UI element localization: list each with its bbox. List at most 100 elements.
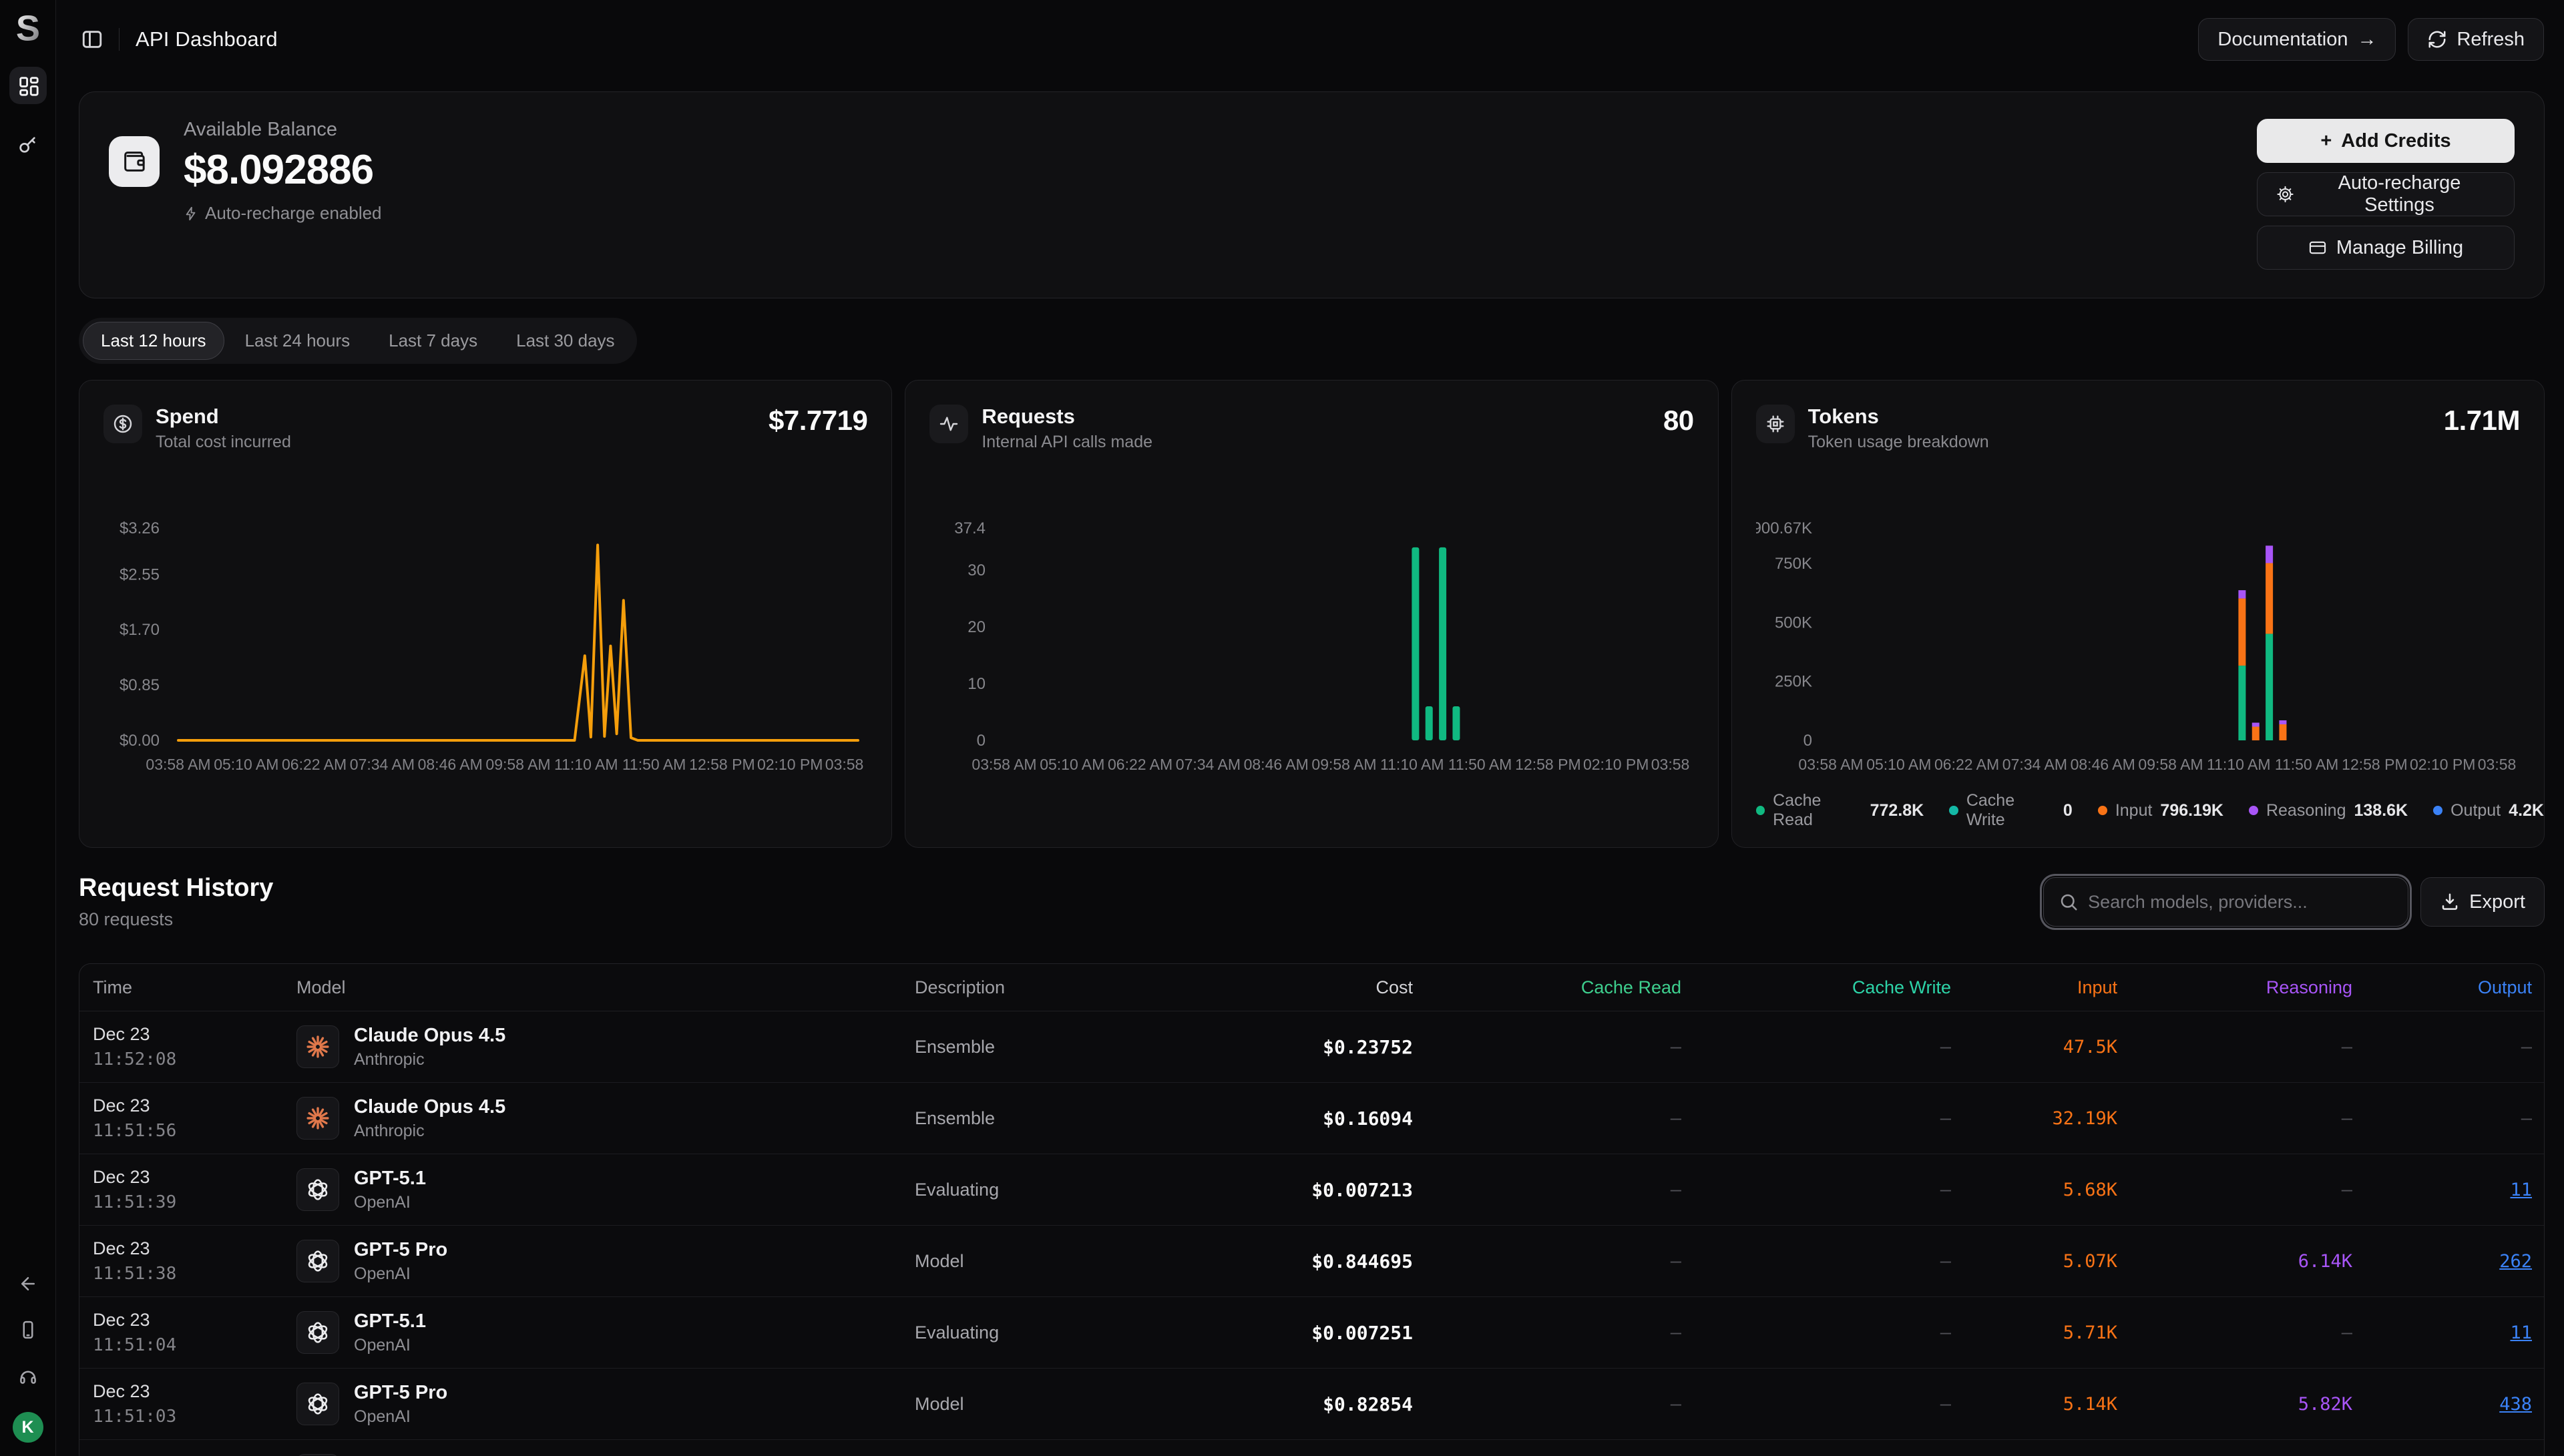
svg-text:11:50 AM: 11:50 AM <box>2275 756 2338 773</box>
svg-text:05:10 AM: 05:10 AM <box>214 756 278 773</box>
legend-dot <box>2249 806 2258 815</box>
cost-value: $0.007213 <box>1182 1179 1413 1201</box>
sidebar: S K <box>0 0 56 1456</box>
svg-text:02:10 PM: 02:10 PM <box>1583 756 1649 773</box>
svg-text:11:50 AM: 11:50 AM <box>1448 756 1512 773</box>
download-icon <box>2440 892 2460 912</box>
refresh-button[interactable]: Refresh <box>2408 18 2544 61</box>
balance-card: Available Balance $8.092886 Auto-recharg… <box>79 91 2545 298</box>
model-cell: GPT-5.1OpenAI <box>296 1453 915 1456</box>
sidebar-item-dashboard[interactable] <box>9 67 47 104</box>
table-row[interactable]: Dec 2311:51:03GPT-5 ProOpenAIModel$0.828… <box>79 1369 2544 1440</box>
search-input[interactable] <box>2088 892 2393 913</box>
model-cell: GPT-5 ProOpenAI <box>296 1239 915 1284</box>
reasoning-value: 6.14K <box>2117 1251 2352 1272</box>
time-cell: Dec 2311:52:08 <box>93 1024 296 1069</box>
tab-last-12-hours[interactable]: Last 12 hours <box>83 322 224 360</box>
reasoning-value: — <box>2117 1108 2352 1129</box>
request-history-title: Request History <box>79 874 273 903</box>
reasoning-value: — <box>2117 1037 2352 1057</box>
tokens-legend: Cache Read772.8KCache Write0Input796.19K… <box>1756 791 2544 830</box>
input-value: 47.5K <box>1951 1037 2117 1057</box>
table-row[interactable]: Dec 2311:51:39GPT-5.1OpenAIEvaluating$0.… <box>79 1154 2544 1226</box>
cache-read-value: — <box>1413 1037 1681 1057</box>
collapse-sidebar-button[interactable] <box>18 1274 38 1297</box>
svg-text:03:58 AM: 03:58 AM <box>972 756 1037 773</box>
support-button[interactable] <box>18 1366 38 1389</box>
time-cell: Dec 2311:51:56 <box>93 1096 296 1141</box>
auto-recharge-settings-button[interactable]: Auto-recharge Settings <box>2257 172 2515 216</box>
table-row[interactable]: Dec 2311:52:08Claude Opus 4.5AnthropicEn… <box>79 1011 2544 1083</box>
svg-text:$3.26: $3.26 <box>120 519 160 537</box>
topbar-divider <box>119 28 120 51</box>
svg-text:09:58 AM: 09:58 AM <box>1312 756 1377 773</box>
panel-toggle-button[interactable] <box>76 23 108 55</box>
svg-text:10: 10 <box>968 675 986 693</box>
activity-pulse-icon <box>929 405 968 443</box>
svg-text:500K: 500K <box>1775 614 1812 632</box>
topbar: API Dashboard Documentation → Refresh <box>56 0 2564 79</box>
tokens-subtitle: Token usage breakdown <box>1808 433 1989 452</box>
export-button[interactable]: Export <box>2420 877 2545 927</box>
table-row[interactable]: Dec 2311:51:04GPT-5.1OpenAIEvaluating$0.… <box>79 1297 2544 1369</box>
svg-text:11:50 AM: 11:50 AM <box>622 756 686 773</box>
svg-text:03:58 PM: 03:58 PM <box>1651 756 1693 773</box>
user-avatar[interactable]: K <box>13 1412 43 1443</box>
svg-text:750K: 750K <box>1775 555 1812 573</box>
table-row[interactable]: Dec 23GPT-5.1OpenAIEvaluating$0.013681——… <box>79 1440 2544 1456</box>
mobile-app-button[interactable] <box>18 1320 38 1343</box>
description-cell: Evaluating <box>915 1180 1182 1200</box>
table-row[interactable]: Dec 2311:51:38GPT-5 ProOpenAIModel$0.844… <box>79 1226 2544 1297</box>
tab-last-7-days[interactable]: Last 7 days <box>371 322 495 360</box>
openai-logo-icon <box>306 1178 330 1202</box>
dollar-circle-icon <box>103 405 142 443</box>
mobile-device-icon <box>18 1320 38 1340</box>
tokens-chart: 0250K500K750K900.67K03:58 AM05:10 AM06:2… <box>1756 517 2520 784</box>
svg-text:S: S <box>15 9 39 48</box>
output-value: — <box>2352 1037 2532 1057</box>
description-cell: Ensemble <box>915 1108 1182 1129</box>
svg-text:20: 20 <box>968 618 986 636</box>
svg-text:05:10 AM: 05:10 AM <box>1866 756 1931 773</box>
auto-recharge-note: Auto-recharge enabled <box>184 203 382 224</box>
svg-text:02:10 PM: 02:10 PM <box>2410 756 2475 773</box>
table-header: TimeModelDescriptionCostCache ReadCache … <box>79 964 2544 1011</box>
documentation-button[interactable]: Documentation → <box>2198 18 2396 61</box>
reasoning-value: 5.82K <box>2117 1394 2352 1415</box>
request-history-table: TimeModelDescriptionCostCache ReadCache … <box>79 963 2545 1456</box>
column-header-time: Time <box>93 977 296 998</box>
openai-logo-icon <box>306 1320 330 1345</box>
legend-item: Cache Read772.8K <box>1756 791 1924 830</box>
anthropic-logo-icon <box>306 1035 329 1058</box>
legend-value: 4.2K <box>2509 801 2544 820</box>
anthropic-logo-icon <box>306 1107 329 1130</box>
model-cell: Claude Opus 4.5Anthropic <box>296 1096 915 1141</box>
key-icon <box>17 134 39 155</box>
cache-write-value: — <box>1681 1394 1951 1415</box>
svg-text:08:46 AM: 08:46 AM <box>1244 756 1309 773</box>
gear-icon <box>2276 185 2294 204</box>
cache-read-value: — <box>1413 1394 1681 1415</box>
time-cell: Dec 2311:51:04 <box>93 1310 296 1355</box>
table-row[interactable]: Dec 2311:51:56Claude Opus 4.5AnthropicEn… <box>79 1083 2544 1154</box>
svg-text:0: 0 <box>1803 732 1811 750</box>
refresh-icon <box>2427 29 2447 49</box>
description-cell: Model <box>915 1394 1182 1415</box>
svg-text:03:58 AM: 03:58 AM <box>1798 756 1863 773</box>
tab-last-24-hours[interactable]: Last 24 hours <box>227 322 369 360</box>
output-value[interactable]: 11 <box>2352 1322 2532 1343</box>
sidebar-item-api-keys[interactable] <box>9 126 47 163</box>
back-arrow-icon <box>18 1274 38 1294</box>
output-value[interactable]: 11 <box>2352 1180 2532 1200</box>
svg-text:02:10 PM: 02:10 PM <box>757 756 823 773</box>
spend-title: Spend <box>156 405 291 429</box>
tokens-card: Tokens Token usage breakdown 1.71M 0250K… <box>1731 380 2545 848</box>
output-value[interactable]: 262 <box>2352 1251 2532 1272</box>
output-value[interactable]: 438 <box>2352 1394 2532 1415</box>
svg-text:08:46 AM: 08:46 AM <box>2070 756 2135 773</box>
provider-icon <box>296 1311 339 1354</box>
add-credits-button[interactable]: + Add Credits <box>2257 119 2515 163</box>
time-cell: Dec 2311:51:38 <box>93 1238 296 1284</box>
manage-billing-button[interactable]: Manage Billing <box>2257 226 2515 270</box>
tab-last-30-days[interactable]: Last 30 days <box>498 322 632 360</box>
